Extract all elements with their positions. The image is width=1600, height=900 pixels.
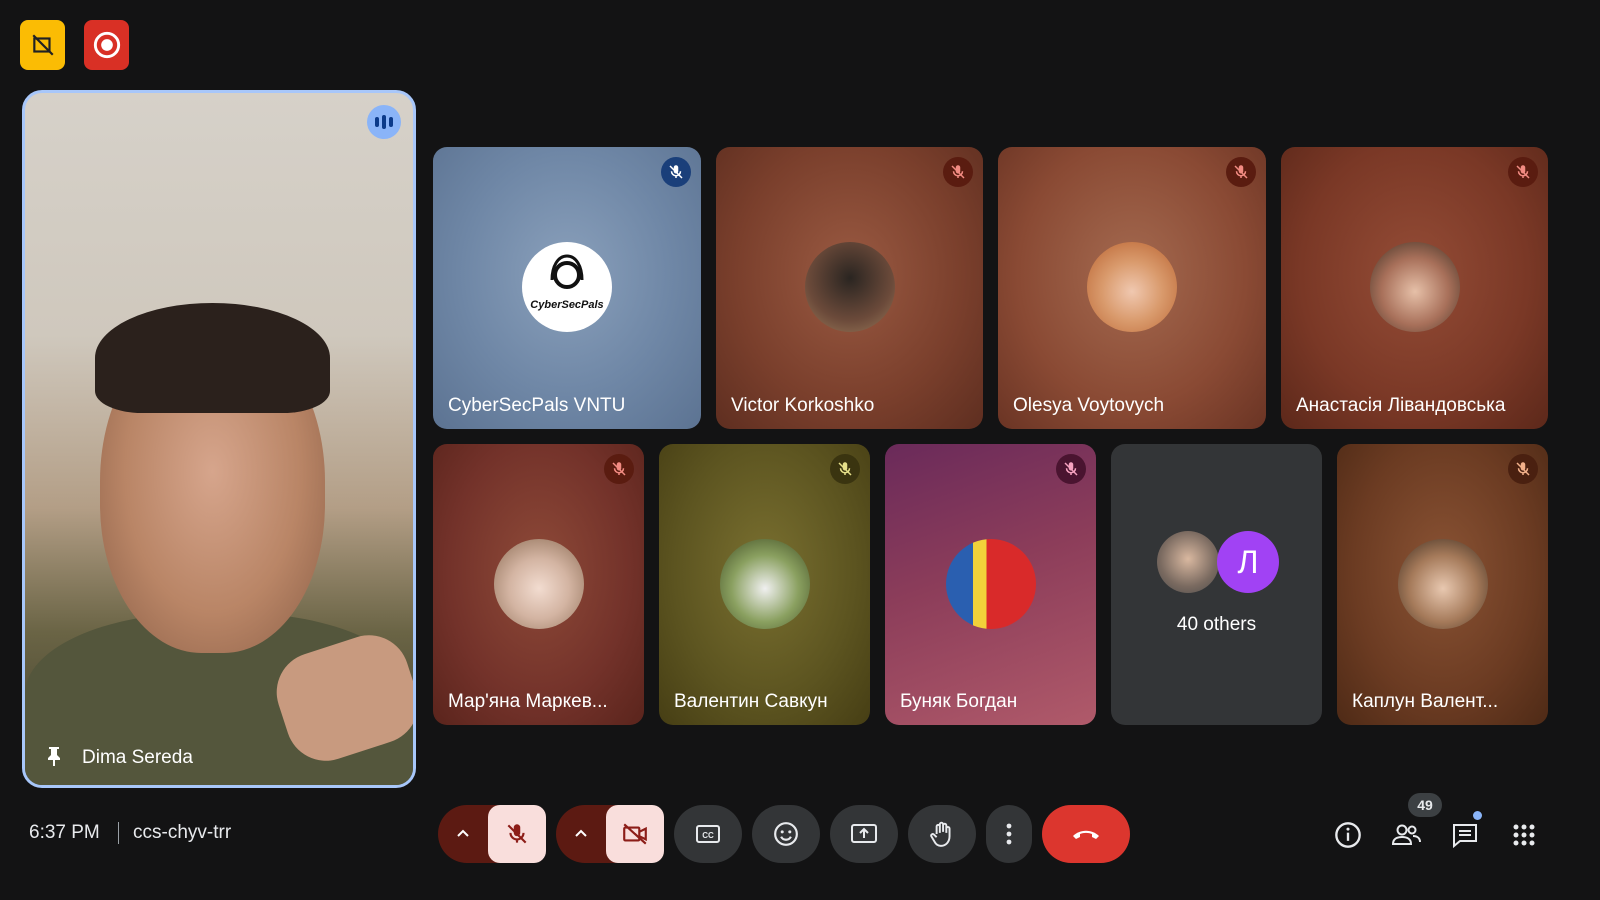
- camera-toggle-button[interactable]: [606, 805, 664, 863]
- mic-off-icon: [1056, 454, 1086, 484]
- participant-tile[interactable]: Анастасія Лівандовська: [1281, 147, 1548, 429]
- participant-avatar: [1397, 539, 1488, 629]
- participant-name: Мар'яна Маркев...: [448, 691, 608, 712]
- divider: [118, 822, 119, 844]
- raise-hand-icon: [930, 821, 951, 847]
- video-off-icon: [623, 823, 647, 845]
- closed-captions-icon: CC: [696, 825, 720, 843]
- camera-control-group: [556, 805, 664, 863]
- people-icon: [1391, 824, 1421, 845]
- participant-name: CyberSecPals VNTU: [448, 395, 626, 416]
- participant-name: Валентин Савкун: [674, 691, 828, 712]
- svg-text:CC: CC: [702, 831, 714, 840]
- mic-off-icon: [507, 824, 527, 844]
- participant-name: Victor Korkoshko: [731, 395, 875, 416]
- mic-off-icon: [943, 157, 973, 187]
- mic-control-group: [438, 805, 546, 863]
- activities-button[interactable]: [1504, 815, 1544, 855]
- mic-off-icon: [830, 454, 860, 484]
- participant-name: Буняк Богдан: [900, 691, 1018, 712]
- mic-off-icon: [661, 157, 691, 187]
- mic-off-icon: [1226, 157, 1256, 187]
- participant-tile[interactable]: Каплун Валент...: [1337, 444, 1548, 725]
- participant-name: Olesya Voytovych: [1013, 395, 1165, 416]
- cybersecpals-logo: CyberSecPals: [522, 242, 612, 332]
- pinned-participant-name: Dima Sereda: [82, 747, 193, 768]
- participant-avatar: [945, 539, 1036, 629]
- mic-off-icon: [1508, 157, 1538, 187]
- participant-tile[interactable]: CyberSecPals CyberSecPals VNTU: [433, 147, 701, 429]
- raise-hand-button[interactable]: [908, 805, 976, 863]
- pinned-video-tile[interactable]: Dima Sereda: [22, 90, 416, 788]
- others-tile[interactable]: Л 40 others: [1111, 444, 1322, 725]
- participant-avatar: [1087, 242, 1177, 332]
- meeting-details-button[interactable]: [1328, 815, 1368, 855]
- pin-icon[interactable]: [45, 745, 63, 767]
- participant-tile[interactable]: Victor Korkoshko: [716, 147, 983, 429]
- participant-tile[interactable]: Буняк Богдан: [885, 444, 1096, 725]
- mic-toggle-button[interactable]: [488, 805, 546, 863]
- participants-count-badge: 49: [1408, 793, 1442, 817]
- mic-options-button[interactable]: [438, 805, 488, 863]
- record-icon: [93, 31, 120, 59]
- captions-button[interactable]: CC: [674, 805, 742, 863]
- leave-call-button[interactable]: [1042, 805, 1130, 863]
- emoji-icon: [774, 822, 798, 846]
- participant-avatar: [804, 242, 895, 332]
- mic-off-icon: [1508, 454, 1538, 484]
- present-screen-icon: [851, 824, 877, 843]
- recording-indicator[interactable]: [84, 20, 129, 70]
- participant-tile[interactable]: Валентин Савкун: [659, 444, 870, 725]
- present-button[interactable]: [830, 805, 898, 863]
- chat-notification-dot: [1473, 811, 1482, 820]
- others-avatar: [1157, 531, 1219, 593]
- participant-tile[interactable]: Мар'яна Маркев...: [433, 444, 644, 725]
- others-initial: Л: [1237, 543, 1259, 580]
- end-call-icon: [1073, 830, 1099, 839]
- participant-avatar: [1369, 242, 1460, 332]
- info-icon: [1335, 822, 1361, 848]
- people-button[interactable]: [1386, 815, 1426, 855]
- chevron-up-icon: [457, 829, 469, 837]
- apps-grid-icon: [1513, 824, 1535, 846]
- mic-off-icon: [604, 454, 634, 484]
- participant-tile[interactable]: Olesya Voytovych: [998, 147, 1266, 429]
- captions-off-indicator[interactable]: [20, 20, 65, 70]
- participants-count: 49: [1417, 797, 1433, 813]
- participant-name: Каплун Валент...: [1352, 691, 1499, 712]
- others-initial-avatar: Л: [1217, 531, 1279, 593]
- participant-name: Анастасія Лівандовська: [1296, 395, 1506, 416]
- meeting-code: ccs-chyv-trr: [133, 822, 232, 843]
- chat-button[interactable]: [1445, 815, 1485, 855]
- more-options-icon: [1006, 823, 1012, 845]
- speaking-indicator-icon: [367, 105, 401, 139]
- emoji-button[interactable]: [752, 805, 820, 863]
- participant-avatar: [719, 539, 810, 629]
- no-video-record-icon: [31, 34, 54, 56]
- chevron-up-icon: [575, 829, 587, 837]
- more-options-button[interactable]: [986, 805, 1032, 863]
- participant-avatar: [493, 539, 584, 629]
- logo-text: CyberSecPals: [530, 299, 604, 311]
- others-label: 40 others: [1176, 614, 1257, 635]
- participant-hair: [95, 303, 330, 413]
- camera-options-button[interactable]: [556, 805, 606, 863]
- meeting-time: 6:37 PM: [29, 822, 100, 843]
- chat-icon: [1453, 824, 1477, 848]
